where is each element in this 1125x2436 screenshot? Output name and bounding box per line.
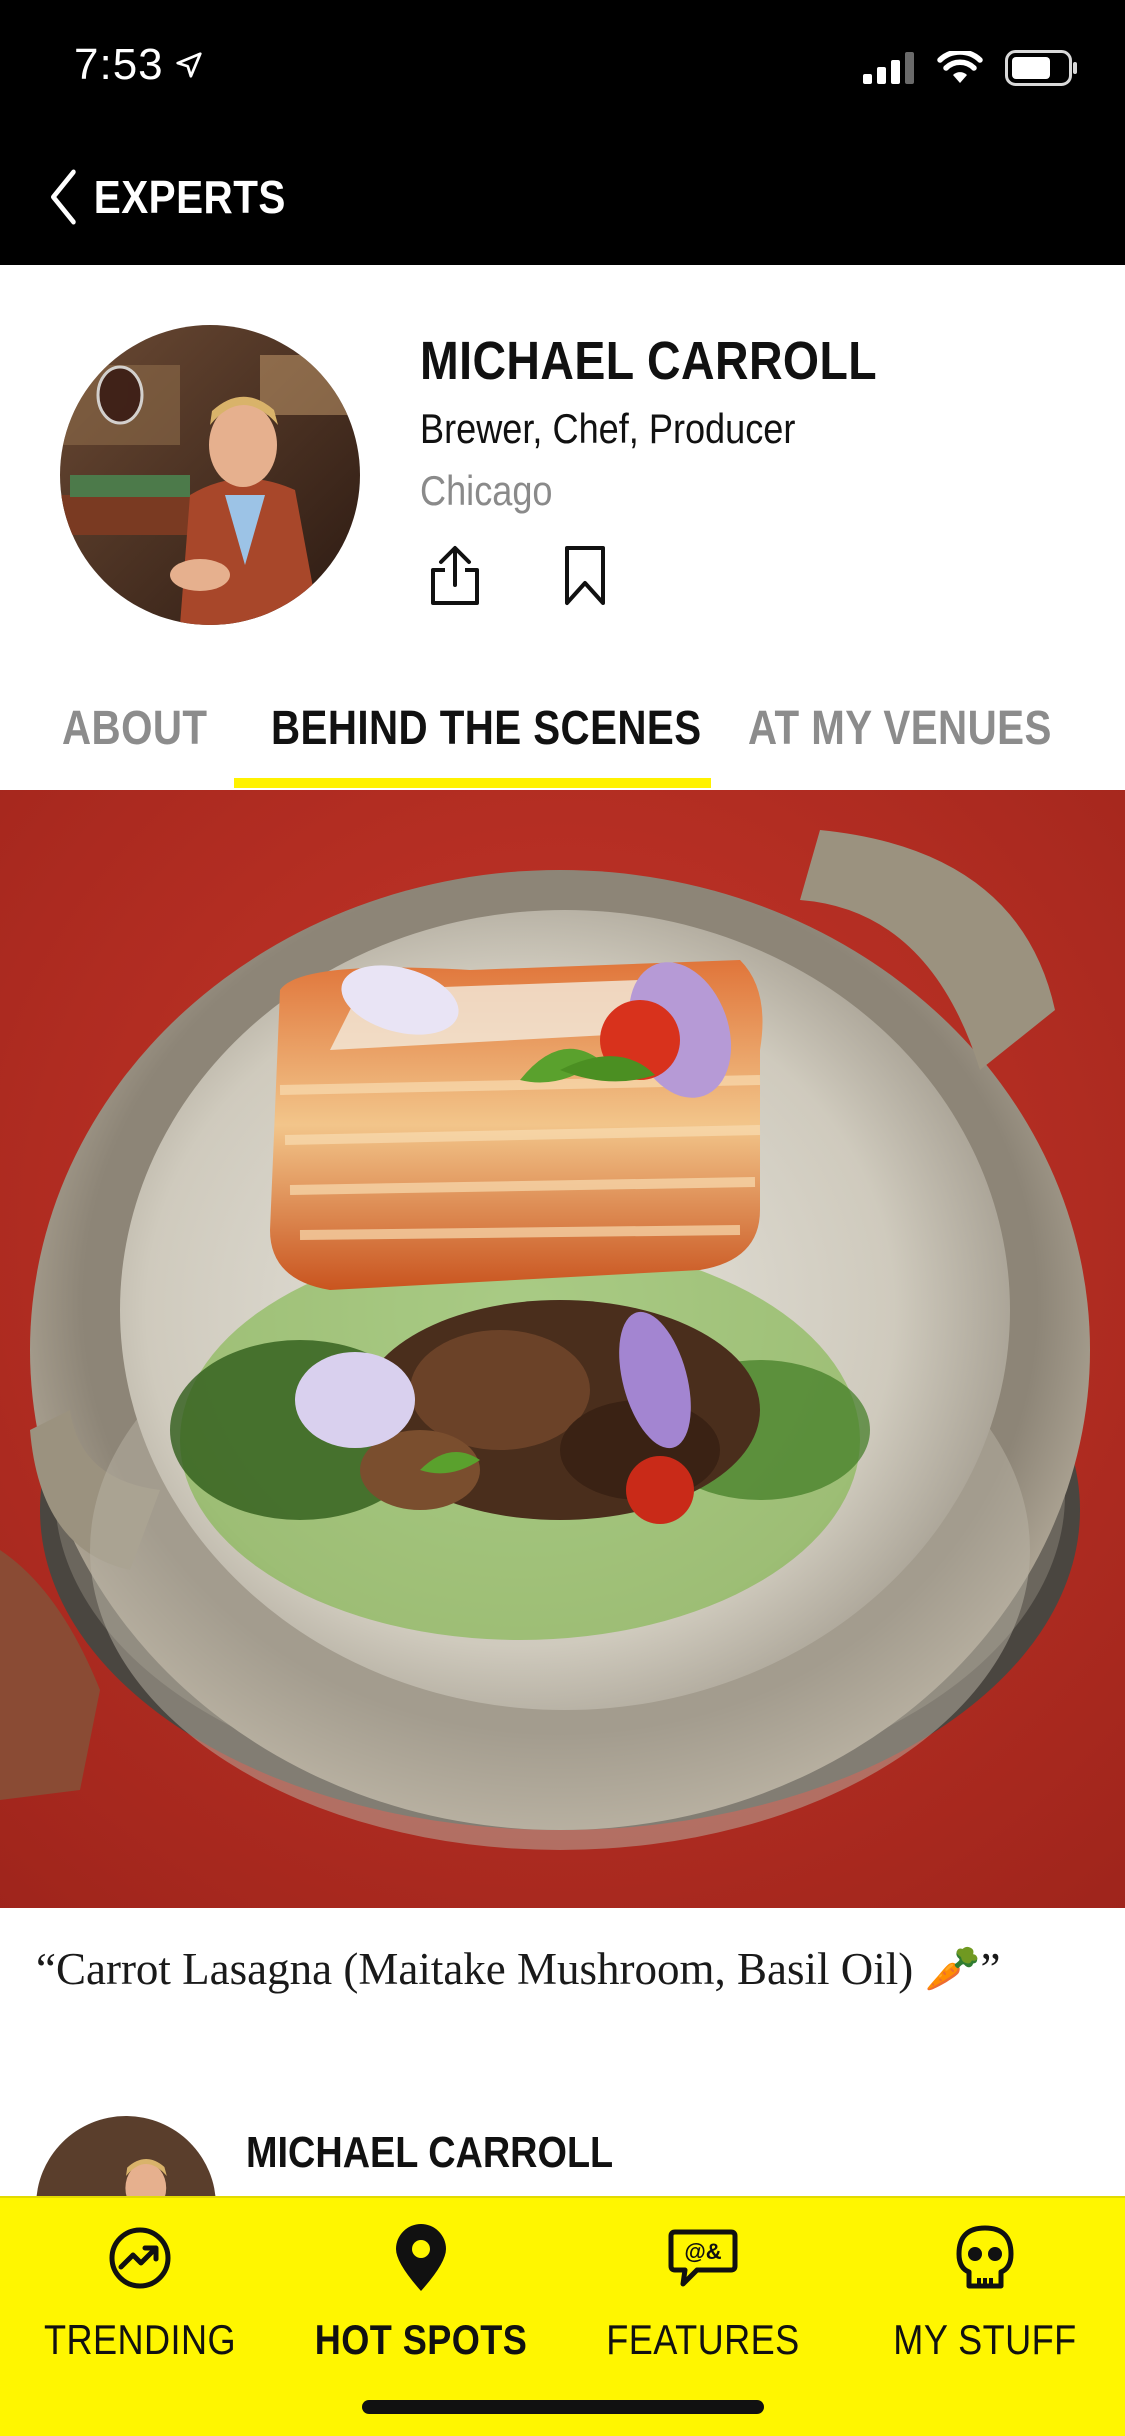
map-pin-icon	[396, 2224, 446, 2291]
tab-at-my-venues[interactable]: AT MY VENUES	[748, 701, 1052, 756]
back-label: EXPERTS	[93, 171, 286, 223]
tab-trending-label: TRENDING	[43, 2316, 237, 2363]
tab-hot-spots[interactable]: HOT SPOTS	[296, 2218, 546, 2364]
tab-my-stuff[interactable]: MY STUFF	[860, 2218, 1110, 2364]
profile-city: Chicago	[420, 467, 553, 514]
location-arrow-icon	[176, 52, 202, 78]
top-header: 7:53 EXPERTS	[0, 0, 1125, 265]
avatar	[60, 325, 360, 625]
tab-about[interactable]: ABOUT	[62, 701, 207, 756]
tab-behind-the-scenes[interactable]: BEHIND THE SCENES	[271, 701, 702, 756]
share-icon	[431, 546, 479, 605]
profile-roles: Brewer, Chef, Producer	[420, 405, 796, 452]
dish-image	[0, 790, 1125, 1908]
time-text: 7:53	[74, 40, 164, 89]
chat-bubble-icon: @&	[668, 2229, 738, 2287]
share-button[interactable]	[425, 543, 485, 609]
svg-text:@&: @&	[684, 2239, 721, 2264]
avatar-photo	[60, 325, 360, 625]
status-icons	[863, 50, 1079, 86]
chevron-left-icon	[51, 169, 76, 225]
skull-icon	[956, 2225, 1014, 2289]
profile-actions	[425, 543, 615, 609]
battery-icon	[1005, 50, 1077, 86]
profile-name: MICHAEL CARROLL	[420, 331, 878, 391]
profile-header: MICHAEL CARROLL Brewer, Chef, Producer C…	[0, 265, 1125, 665]
post-caption: “Carrot Lasagna (Maitake Mushroom, Basil…	[36, 1944, 1001, 1994]
wifi-icon	[937, 51, 983, 83]
cellular-signal-icon	[863, 52, 914, 84]
active-tab-indicator	[234, 778, 711, 788]
bottom-tab-bar: TRENDING HOT SPOTS @& FEATURES MY STUFF	[0, 2196, 1125, 2436]
bookmark-icon	[565, 546, 605, 605]
tab-my-stuff-label: MY STUFF	[893, 2316, 1077, 2363]
status-time: 7:53	[74, 40, 204, 90]
back-button[interactable]: EXPERTS	[48, 168, 286, 226]
bookmark-button[interactable]	[555, 543, 615, 609]
author-name: MICHAEL CARROLL	[246, 2128, 614, 2177]
tab-trending[interactable]: TRENDING	[15, 2218, 265, 2364]
home-indicator[interactable]	[362, 2400, 764, 2414]
profile-tabs: ABOUT BEHIND THE SCENES AT MY VENUES	[0, 665, 1125, 790]
post-photo[interactable]	[0, 790, 1125, 1908]
tab-hot-spots-label: HOT SPOTS	[314, 2316, 528, 2363]
app-screen: 7:53 EXPERTS MICHAEL CARROLL Brewer, Che…	[0, 0, 1125, 2436]
trending-icon	[109, 2227, 171, 2289]
tab-features-label: FEATURES	[606, 2316, 800, 2363]
tab-features[interactable]: @& FEATURES	[578, 2218, 828, 2364]
